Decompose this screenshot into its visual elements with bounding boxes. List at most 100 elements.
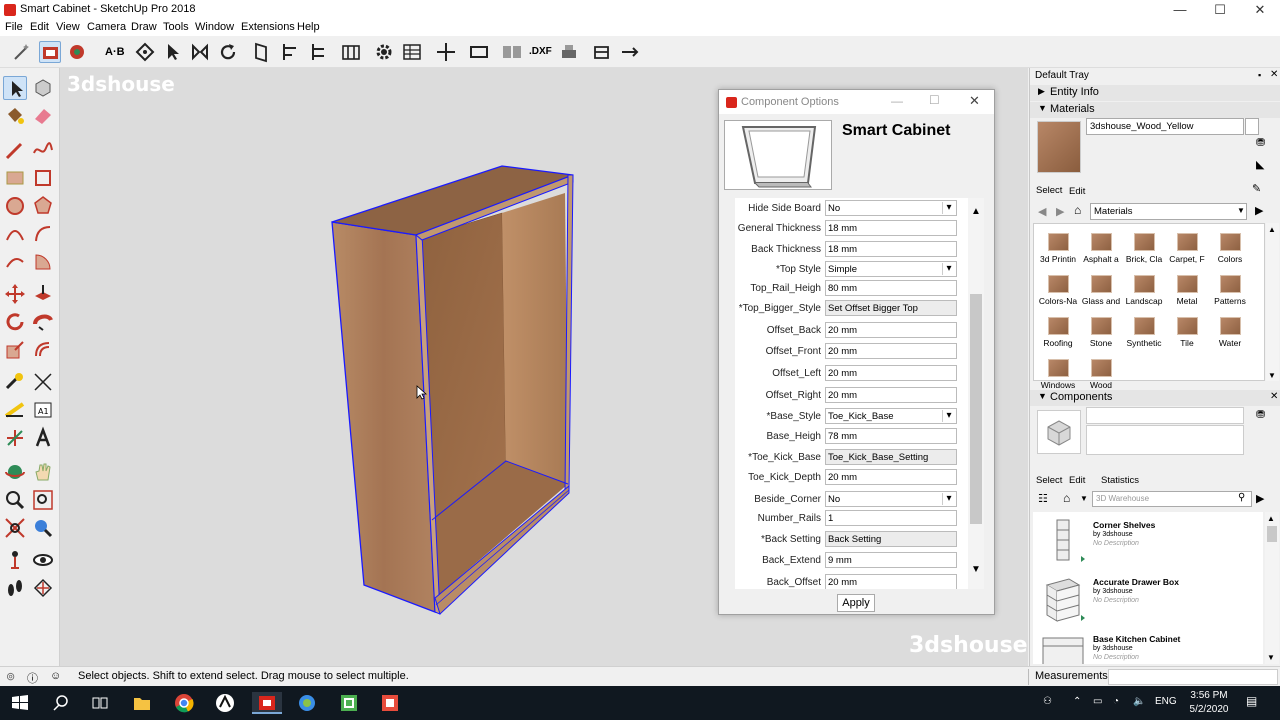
dimension-tool-icon[interactable] <box>31 370 55 394</box>
component-options-icon[interactable] <box>39 41 61 63</box>
two-point-arc-icon[interactable] <box>31 222 55 246</box>
scroll-down-icon[interactable]: ▼ <box>1267 653 1275 662</box>
section-plane-icon[interactable] <box>31 576 55 600</box>
material-item[interactable]: Colors <box>1209 229 1251 271</box>
zoom-extents-icon[interactable] <box>3 516 27 540</box>
print-icon[interactable] <box>558 41 580 63</box>
material-item[interactable]: Glass and <box>1080 271 1122 313</box>
warehouse-search-input[interactable]: 3D Warehouse <box>1092 491 1252 507</box>
materials-header[interactable]: ▼ Materials <box>1030 102 1280 118</box>
system-clock[interactable]: 3:56 PM 5/2/2020 <box>1186 689 1232 717</box>
menu-window[interactable]: Window <box>195 21 234 33</box>
components-close-icon[interactable]: ✕ <box>1270 391 1278 402</box>
option-select[interactable]: Simple <box>825 261 957 277</box>
move-tool-icon[interactable] <box>3 282 27 306</box>
material-item[interactable]: Roofing <box>1037 313 1079 355</box>
rectangle-icon[interactable] <box>468 41 490 63</box>
list-item[interactable]: Corner Shelves by 3dshouse No Descriptio… <box>1033 512 1263 568</box>
dxf-export-icon[interactable]: .DXF <box>529 41 553 63</box>
chrome-icon[interactable] <box>173 692 195 714</box>
minimize-button[interactable]: — <box>1160 0 1200 20</box>
offset-tool-icon[interactable] <box>31 338 55 362</box>
circle-tool-icon[interactable] <box>3 194 27 218</box>
components-tab-edit[interactable]: Edit <box>1069 475 1085 486</box>
option-input[interactable]: 78 mm <box>825 428 957 444</box>
material-item[interactable]: Metal <box>1166 271 1208 313</box>
notifications-icon[interactable]: ▤ <box>1246 694 1257 708</box>
component-description-field[interactable] <box>1086 425 1244 455</box>
option-setting-button[interactable]: Toe_Kick_Base_Setting <box>825 449 957 465</box>
option-input[interactable]: 20 mm <box>825 574 957 589</box>
material-item[interactable]: Water <box>1209 313 1251 355</box>
tag-icon[interactable] <box>134 41 156 63</box>
option-input[interactable]: 20 mm <box>825 343 957 359</box>
material-item[interactable]: Landscap <box>1123 271 1165 313</box>
measurements-input[interactable] <box>1108 669 1278 685</box>
paint-bucket-icon[interactable] <box>3 104 27 128</box>
align-center-icon[interactable] <box>307 41 329 63</box>
material-item[interactable]: Patterns <box>1209 271 1251 313</box>
material-preview-box[interactable] <box>1245 118 1259 135</box>
search-icon[interactable] <box>50 692 72 714</box>
table-icon[interactable] <box>401 41 423 63</box>
volume-icon[interactable]: 🔈 <box>1133 696 1145 707</box>
components-tab-statistics[interactable]: Statistics <box>1101 475 1139 486</box>
nav-dropdown-icon[interactable]: ▼ <box>1080 494 1088 503</box>
default-material-icon[interactable]: ◣ <box>1256 158 1264 171</box>
menu-edit[interactable]: Edit <box>30 21 49 33</box>
polygon-tool-icon[interactable] <box>31 194 55 218</box>
entity-info-header[interactable]: ▶ Entity Info <box>1030 85 1280 101</box>
scroll-up-icon[interactable]: ▲ <box>1267 514 1275 523</box>
materials-scrollbar[interactable]: ▲ ▼ <box>1266 223 1279 381</box>
option-setting-button[interactable]: Back Setting <box>825 531 957 547</box>
menu-tools[interactable]: Tools <box>163 21 189 33</box>
menu-help[interactable]: Help <box>297 21 320 33</box>
user-icon[interactable]: ☺ <box>50 670 61 682</box>
three-point-arc-icon[interactable] <box>3 250 27 274</box>
option-input[interactable]: 20 mm <box>825 365 957 381</box>
text-tool-icon[interactable]: A1 <box>31 398 55 422</box>
flip-icon[interactable] <box>189 41 211 63</box>
axes-tool-icon[interactable] <box>3 426 27 450</box>
rotate-tool-icon[interactable] <box>3 310 27 334</box>
layout-app-icon[interactable] <box>296 692 318 714</box>
windows-start-icon[interactable] <box>9 692 31 714</box>
back-arrow-icon[interactable]: ◀ <box>1038 205 1046 218</box>
option-select[interactable]: Toe_Kick_Base <box>825 408 957 424</box>
freehand-icon[interactable] <box>31 138 55 162</box>
menu-draw[interactable]: Draw <box>131 21 157 33</box>
refresh-icon[interactable] <box>217 41 239 63</box>
apply-button[interactable]: Apply <box>837 594 875 612</box>
view-options-icon[interactable]: ☷ <box>1038 492 1048 505</box>
tray-pin-icon[interactable]: ▪ <box>1258 70 1261 80</box>
components-scrollbar[interactable]: ▲ ▼ <box>1265 512 1279 664</box>
columns-icon[interactable] <box>340 41 362 63</box>
select-arrow-icon[interactable] <box>161 41 183 63</box>
battery-icon[interactable]: ▭ <box>1093 696 1102 707</box>
options-scrollbar[interactable]: ▲ ▼ <box>968 198 984 589</box>
option-input[interactable]: 20 mm <box>825 387 957 403</box>
eyedropper-icon[interactable]: ✎ <box>1252 182 1261 195</box>
scale-tool-icon[interactable] <box>3 338 27 362</box>
material-item[interactable]: Colors-Na <box>1037 271 1079 313</box>
home-icon[interactable]: ⌂ <box>1063 491 1070 505</box>
tray-close-icon[interactable]: ✕ <box>1270 69 1278 80</box>
eraser-icon[interactable] <box>31 104 55 128</box>
zoom-icon[interactable] <box>3 488 27 512</box>
material-item[interactable]: Synthetic <box>1123 313 1165 355</box>
material-name-field[interactable]: 3dshouse_Wood_Yellow <box>1086 118 1244 135</box>
pan-hand-icon[interactable] <box>31 460 55 484</box>
gear-icon[interactable] <box>373 41 395 63</box>
dialog-close-icon[interactable]: ✕ <box>969 93 980 109</box>
menu-extensions[interactable]: Extensions <box>241 21 295 33</box>
style-builder-icon[interactable] <box>379 692 401 714</box>
material-item[interactable]: Asphalt a <box>1080 229 1122 271</box>
tape-measure-icon[interactable] <box>3 370 27 394</box>
create-material-icon[interactable]: ⛃ <box>1256 136 1265 149</box>
align-left-icon[interactable] <box>279 41 301 63</box>
position-camera-icon[interactable] <box>3 548 27 572</box>
pencil-line-icon[interactable] <box>3 138 27 162</box>
info-icon[interactable]: ⓘ <box>27 670 38 686</box>
forward-arrow-icon[interactable]: ▶ <box>1056 205 1064 218</box>
rotated-rectangle-icon[interactable] <box>31 166 55 190</box>
